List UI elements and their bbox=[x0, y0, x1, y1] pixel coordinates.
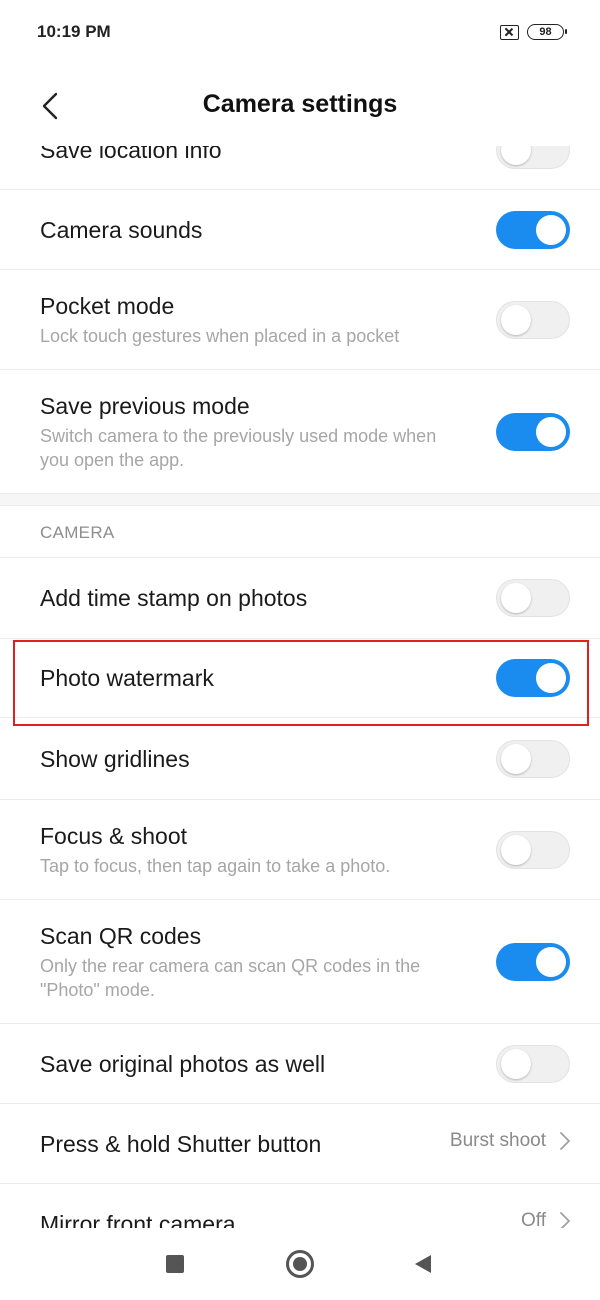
row-title: Mirror front camera bbox=[40, 1210, 236, 1229]
app-header: Camera settings bbox=[0, 66, 600, 146]
setting-row-save-original[interactable]: Save original photos as well bbox=[0, 1024, 600, 1104]
row-title: Show gridlines bbox=[40, 745, 190, 772]
show-gridlines-toggle[interactable] bbox=[496, 739, 570, 778]
setting-row-shutter-button[interactable]: Press & hold Shutter button Burst shoot bbox=[0, 1104, 600, 1184]
section-divider bbox=[0, 494, 600, 506]
setting-row-save-previous-mode[interactable]: Save previous mode Switch camera to the … bbox=[0, 370, 600, 494]
toggle-knob bbox=[501, 743, 531, 774]
toggle-knob bbox=[536, 663, 566, 693]
row-title: Save previous mode bbox=[40, 392, 250, 419]
setting-row-photo-watermark[interactable]: Photo watermark bbox=[0, 639, 600, 718]
setting-row-save-location[interactable]: Save location info bbox=[0, 146, 600, 190]
save-previous-mode-toggle[interactable] bbox=[496, 412, 570, 451]
no-sim-icon bbox=[500, 24, 519, 40]
row-title: Pocket mode bbox=[40, 292, 175, 319]
row-subtitle: Only the rear camera can scan QR codes i… bbox=[40, 955, 421, 1000]
setting-row-pocket-mode[interactable]: Pocket mode Lock touch gestures when pla… bbox=[0, 270, 600, 370]
row-title: Photo watermark bbox=[40, 665, 214, 691]
toggle-knob bbox=[536, 214, 566, 245]
row-title: Focus & shoot bbox=[40, 822, 188, 849]
toggle-knob bbox=[501, 146, 531, 165]
toggle-knob bbox=[501, 834, 531, 865]
row-title: Scan QR codes bbox=[40, 922, 202, 949]
row-subtitle: Switch camera to the previously used mod… bbox=[40, 425, 437, 470]
setting-row-mirror-front[interactable]: Mirror front camera Off bbox=[0, 1184, 600, 1228]
row-value: Off bbox=[521, 1209, 546, 1229]
row-value: Burst shoot bbox=[449, 1129, 546, 1151]
toggle-knob bbox=[501, 1048, 531, 1079]
row-title: Press & hold Shutter button bbox=[40, 1130, 322, 1157]
page-title: Camera settings bbox=[202, 90, 398, 118]
toggle-knob bbox=[536, 946, 566, 977]
settings-list[interactable]: Save location info Camera sounds Pocket … bbox=[0, 146, 600, 1228]
pocket-mode-toggle[interactable] bbox=[496, 300, 570, 339]
photo-watermark-toggle[interactable] bbox=[496, 659, 570, 697]
system-nav-bar bbox=[0, 1228, 600, 1300]
circle-icon[interactable] bbox=[286, 1250, 314, 1278]
toggle-knob bbox=[501, 304, 531, 335]
setting-row-focus-shoot[interactable]: Focus & shoot Tap to focus, then tap aga… bbox=[0, 800, 600, 900]
section-header-label: CAMERA bbox=[40, 523, 115, 542]
focus-shoot-toggle[interactable] bbox=[496, 830, 570, 869]
row-title: Add time stamp on photos bbox=[40, 585, 308, 611]
camera-sounds-toggle[interactable] bbox=[496, 210, 570, 249]
row-subtitle: Tap to focus, then tap again to take a p… bbox=[40, 855, 391, 876]
save-original-toggle[interactable] bbox=[496, 1044, 570, 1083]
status-icons: 98 bbox=[500, 24, 567, 40]
scan-qr-toggle[interactable] bbox=[496, 942, 570, 981]
chevron-right-icon bbox=[560, 1131, 570, 1150]
square-icon[interactable] bbox=[166, 1255, 184, 1273]
row-subtitle: Lock touch gestures when placed in a poc… bbox=[40, 325, 400, 346]
triangle-left-icon[interactable] bbox=[413, 1254, 433, 1274]
section-header-camera: CAMERA bbox=[0, 506, 600, 558]
status-time: 10:19 PM bbox=[37, 22, 111, 41]
status-bar: 10:19 PM 98 bbox=[0, 0, 600, 66]
row-title: Save original photos as well bbox=[40, 1050, 326, 1077]
shutter-button-value[interactable]: Burst shoot bbox=[450, 1130, 570, 1152]
setting-row-camera-sounds[interactable]: Camera sounds bbox=[0, 190, 600, 270]
battery-icon: 98 bbox=[527, 24, 567, 40]
toggle-knob bbox=[536, 416, 566, 447]
save-location-toggle[interactable] bbox=[496, 146, 570, 169]
row-title: Save location info bbox=[40, 146, 222, 163]
row-title: Camera sounds bbox=[40, 216, 203, 243]
time-stamp-toggle[interactable] bbox=[496, 579, 570, 617]
mirror-front-value[interactable]: Off bbox=[521, 1209, 570, 1229]
chevron-right-icon bbox=[560, 1211, 570, 1228]
setting-row-scan-qr[interactable]: Scan QR codes Only the rear camera can s… bbox=[0, 900, 600, 1024]
setting-row-show-gridlines[interactable]: Show gridlines bbox=[0, 718, 600, 800]
toggle-knob bbox=[501, 583, 531, 613]
setting-row-time-stamp[interactable]: Add time stamp on photos bbox=[0, 558, 600, 639]
